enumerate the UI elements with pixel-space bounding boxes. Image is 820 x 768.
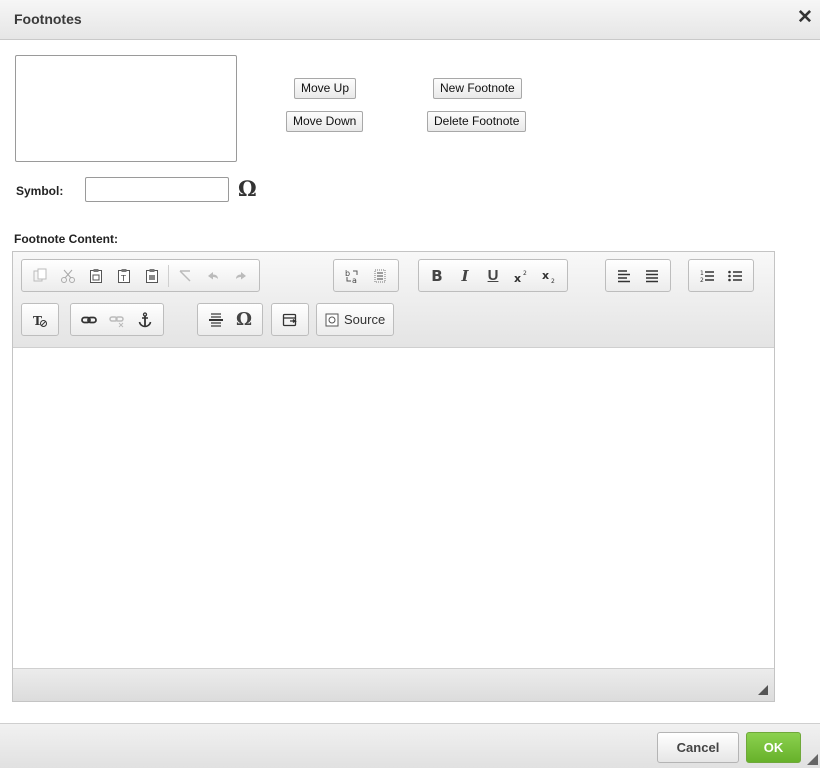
svg-text:x: x bbox=[542, 269, 549, 282]
editing-group: ba bbox=[333, 259, 399, 292]
source-button[interactable]: Source bbox=[321, 312, 389, 327]
dialog-titlebar: Footnotes ✕ bbox=[0, 0, 820, 40]
editor-content-area[interactable] bbox=[13, 348, 774, 668]
clear-formatting-icon[interactable]: T bbox=[26, 307, 54, 333]
editor-toolbar: T ba B I U x 2 x 2 1 2 T Ω Source bbox=[13, 252, 774, 348]
insert-group: Ω bbox=[197, 303, 263, 336]
ok-button[interactable]: OK bbox=[746, 732, 801, 763]
source-group: Source bbox=[316, 303, 395, 336]
svg-text:a: a bbox=[352, 276, 357, 284]
find-replace-icon[interactable]: ba bbox=[338, 263, 366, 289]
align-left-icon[interactable] bbox=[610, 263, 638, 289]
svg-text:T: T bbox=[33, 314, 42, 328]
new-footnote-button[interactable]: New Footnote bbox=[433, 78, 522, 99]
dialog-resize-grip[interactable] bbox=[807, 754, 818, 765]
justify-icon[interactable] bbox=[638, 263, 666, 289]
redo-icon[interactable] bbox=[227, 263, 255, 289]
unlink-icon[interactable] bbox=[103, 307, 131, 333]
list-group: 12 bbox=[688, 259, 754, 292]
cancel-button[interactable]: Cancel bbox=[657, 732, 739, 763]
footnote-content-label: Footnote Content: bbox=[14, 232, 118, 246]
numbered-list-icon[interactable]: 12 bbox=[693, 263, 721, 289]
move-up-button[interactable]: Move Up bbox=[294, 78, 357, 99]
svg-text:b: b bbox=[345, 269, 350, 278]
paste-text-icon[interactable]: T bbox=[110, 263, 138, 289]
editor-resize-grip[interactable] bbox=[758, 685, 768, 695]
subscript-icon[interactable]: x2 bbox=[535, 263, 563, 289]
anchor-icon[interactable] bbox=[131, 307, 159, 333]
delete-footnote-button[interactable]: Delete Footnote bbox=[427, 111, 527, 132]
superscript-icon[interactable]: x2 bbox=[507, 263, 535, 289]
toolbar-separator bbox=[168, 264, 169, 287]
copy-icon[interactable] bbox=[26, 263, 54, 289]
dialog-footer: Cancel OK bbox=[0, 723, 820, 768]
clear-format-group: T bbox=[21, 303, 59, 336]
source-icon bbox=[325, 313, 339, 326]
cut-icon[interactable] bbox=[54, 263, 82, 289]
link-icon[interactable] bbox=[75, 307, 103, 333]
bulleted-list-icon[interactable] bbox=[721, 263, 749, 289]
remove-format-icon[interactable] bbox=[171, 263, 199, 289]
template-group bbox=[271, 303, 309, 336]
clipboard-group: T bbox=[21, 259, 260, 292]
rich-text-editor: T ba B I U x 2 x 2 1 2 T Ω Source bbox=[12, 251, 775, 702]
editor-statusbar bbox=[13, 668, 774, 701]
symbol-label: Symbol: bbox=[16, 184, 64, 198]
select-all-icon[interactable] bbox=[366, 263, 394, 289]
bold-icon[interactable]: B bbox=[423, 263, 451, 289]
svg-text:2: 2 bbox=[700, 277, 704, 284]
close-icon[interactable]: ✕ bbox=[797, 8, 813, 28]
move-down-button[interactable]: Move Down bbox=[286, 111, 364, 132]
italic-icon[interactable]: I bbox=[451, 263, 479, 289]
svg-text:x: x bbox=[514, 272, 521, 284]
omega-icon[interactable]: Ω bbox=[230, 307, 258, 333]
dialog-title: Footnotes bbox=[14, 11, 82, 27]
special-character-button[interactable]: Ω bbox=[238, 176, 257, 202]
alignment-group bbox=[605, 259, 671, 292]
source-label: Source bbox=[344, 312, 386, 327]
underline-icon[interactable]: U bbox=[479, 263, 507, 289]
paste-word-icon[interactable] bbox=[138, 263, 166, 289]
footnote-list[interactable] bbox=[15, 55, 237, 162]
svg-text:1: 1 bbox=[700, 270, 704, 277]
svg-text:2: 2 bbox=[551, 278, 555, 284]
svg-text:T: T bbox=[120, 274, 126, 283]
svg-text:2: 2 bbox=[523, 270, 527, 277]
symbol-input[interactable] bbox=[85, 177, 229, 202]
undo-icon[interactable] bbox=[199, 263, 227, 289]
insert-template-icon[interactable] bbox=[276, 307, 304, 333]
basic-styles-group: B I U x2 x2 bbox=[418, 259, 568, 292]
horizontal-rule-icon[interactable] bbox=[202, 307, 230, 333]
links-group bbox=[70, 303, 164, 336]
paste-icon[interactable] bbox=[82, 263, 110, 289]
